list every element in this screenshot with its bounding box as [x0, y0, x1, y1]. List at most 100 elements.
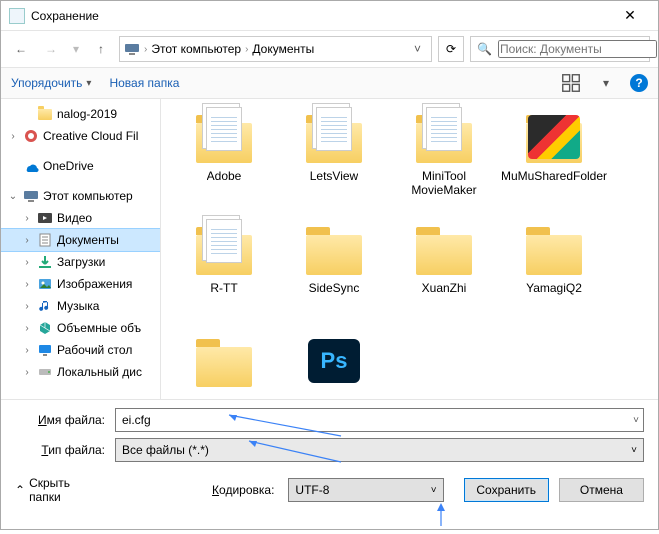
tree-item[interactable]: ›Creative Cloud Fil	[1, 125, 160, 147]
back-button[interactable]: ←	[9, 37, 33, 61]
organize-menu[interactable]: Упорядочить ▾	[11, 76, 91, 90]
disk-icon	[37, 364, 53, 380]
hide-folders-toggle[interactable]: ⌃ Скрыть папки	[15, 476, 102, 504]
tree-item[interactable]: ⌄ Этот компьютер	[1, 185, 160, 207]
new-folder-button[interactable]: Новая папка	[109, 76, 179, 90]
tree-item[interactable]: OneDrive	[1, 155, 160, 177]
item-thumbnail	[194, 111, 254, 163]
file-item[interactable]: R-TT	[169, 219, 279, 331]
expand-icon[interactable]: ›	[21, 323, 33, 334]
file-item[interactable]: MiniTool MovieMaker	[389, 107, 499, 219]
view-dropdown-button[interactable]: ▾	[600, 72, 612, 94]
forward-button[interactable]: →	[39, 37, 63, 61]
item-thumbnail	[304, 111, 364, 163]
file-item[interactable]: SideSync	[279, 219, 389, 331]
pc-icon	[124, 41, 140, 57]
expand-icon[interactable]: ›	[21, 301, 33, 312]
title-bar: Сохранение ✕	[1, 1, 658, 31]
expand-icon[interactable]: ›	[21, 257, 33, 268]
file-item[interactable]	[169, 331, 279, 399]
search-icon: 🔍	[477, 42, 492, 56]
refresh-button[interactable]: ⟳	[438, 36, 464, 62]
save-button[interactable]: Сохранить	[464, 478, 549, 502]
breadcrumb-current[interactable]: Документы	[252, 42, 314, 56]
onedrive-icon	[23, 158, 39, 174]
tree-item-label: Локальный дис	[57, 365, 142, 379]
expand-icon[interactable]: ›	[21, 279, 33, 290]
chevron-down-icon: ˅	[631, 445, 637, 456]
tree-item[interactable]: nalog-2019	[1, 103, 160, 125]
search-input[interactable]	[498, 40, 657, 58]
close-button[interactable]: ✕	[610, 7, 650, 24]
item-thumbnail	[414, 223, 474, 275]
tree-item[interactable]: ›Видео	[1, 207, 160, 229]
tree-item-label: Этот компьютер	[43, 189, 133, 203]
images-icon	[37, 276, 53, 292]
tree-item[interactable]: › Загрузки	[1, 251, 160, 273]
item-thumbnail	[194, 335, 254, 387]
item-label: LetsView	[310, 169, 358, 183]
file-item[interactable]: YamagiQ2	[499, 219, 609, 331]
chevron-down-icon: ▾	[86, 78, 91, 89]
filename-input[interactable]	[122, 413, 637, 427]
encoding-label: Кодировка:	[212, 483, 274, 497]
breadcrumb-root[interactable]: Этот компьютер	[151, 42, 241, 56]
item-label: XuanZhi	[422, 281, 467, 295]
music-icon	[37, 298, 53, 314]
tree-item-label: nalog-2019	[57, 107, 117, 121]
tree-item-label: Документы	[57, 233, 119, 247]
expand-icon[interactable]: ›	[21, 235, 33, 246]
filetype-combo[interactable]: Все файлы (*.*) ˅	[115, 438, 644, 462]
tree-item-label: Объемные объ	[57, 321, 141, 335]
expand-icon[interactable]: ⌄	[7, 191, 19, 202]
folder-tree[interactable]: nalog-2019 ›Creative Cloud Fil OneDrive ⌄ Эт…	[1, 99, 161, 399]
tree-item[interactable]: › Документы	[1, 229, 160, 251]
item-thumbnail	[304, 223, 364, 275]
file-item[interactable]: MuMuSharedFolder	[499, 107, 609, 219]
file-item[interactable]: Ps	[279, 331, 389, 399]
window-title: Сохранение	[31, 9, 610, 23]
cc-icon	[23, 128, 39, 144]
filename-input-wrapper[interactable]: ˅	[115, 408, 644, 432]
filetype-value: Все файлы (*.*)	[122, 443, 209, 457]
encoding-combo[interactable]: UTF-8 ˅	[288, 478, 443, 502]
item-thumbnail	[524, 223, 584, 275]
tree-item-label: OneDrive	[43, 159, 94, 173]
expand-icon[interactable]: ›	[21, 213, 33, 224]
up-button[interactable]: ↑	[89, 37, 113, 61]
item-label: YamagiQ2	[526, 281, 582, 295]
address-bar[interactable]: › Этот компьютер › Документы ˅	[119, 36, 432, 62]
organize-label: Упорядочить	[11, 76, 82, 90]
chevron-down-icon: ˅	[431, 485, 437, 496]
address-dropdown-button[interactable]: ˅	[408, 42, 427, 56]
tree-item[interactable]: › Рабочий стол	[1, 339, 160, 361]
tree-item[interactable]: ›Изображения	[1, 273, 160, 295]
expand-icon[interactable]: ›	[21, 345, 33, 356]
help-button[interactable]: ?	[630, 74, 648, 92]
item-thumbnail: Ps	[304, 335, 364, 387]
tree-item[interactable]: › Объемные объ	[1, 317, 160, 339]
item-label: MiniTool MovieMaker	[389, 169, 499, 197]
file-item[interactable]: LetsView	[279, 107, 389, 219]
filename-dropdown-icon[interactable]: ˅	[633, 415, 639, 426]
tree-item-label: Рабочий стол	[57, 343, 132, 357]
video-icon	[37, 210, 53, 226]
recent-locations-button[interactable]: ▾	[69, 37, 83, 61]
tree-item[interactable]: › Локальный дис	[1, 361, 160, 383]
docs-icon	[37, 232, 53, 248]
file-item[interactable]: Adobe	[169, 107, 279, 219]
file-list[interactable]: Adobe LetsView MiniTool MovieMakerMuMuShar…	[161, 99, 658, 399]
search-box[interactable]: 🔍	[470, 36, 650, 62]
expand-icon[interactable]: ›	[7, 131, 19, 142]
file-item[interactable]: XuanZhi	[389, 219, 499, 331]
cancel-button[interactable]: Отмена	[559, 478, 644, 502]
hide-folders-label: Скрыть папки	[29, 476, 102, 504]
filetype-label: Тип файла:	[15, 443, 115, 457]
nav-bar: ← → ▾ ↑ › Этот компьютер › Документы ˅ ⟳…	[1, 31, 658, 67]
change-view-button[interactable]	[560, 72, 582, 94]
pc-icon	[23, 188, 39, 204]
expand-icon[interactable]: ›	[21, 367, 33, 378]
tree-item-label: Загрузки	[57, 255, 105, 269]
tree-item[interactable]: ›Музыка	[1, 295, 160, 317]
3d-icon	[37, 320, 53, 336]
